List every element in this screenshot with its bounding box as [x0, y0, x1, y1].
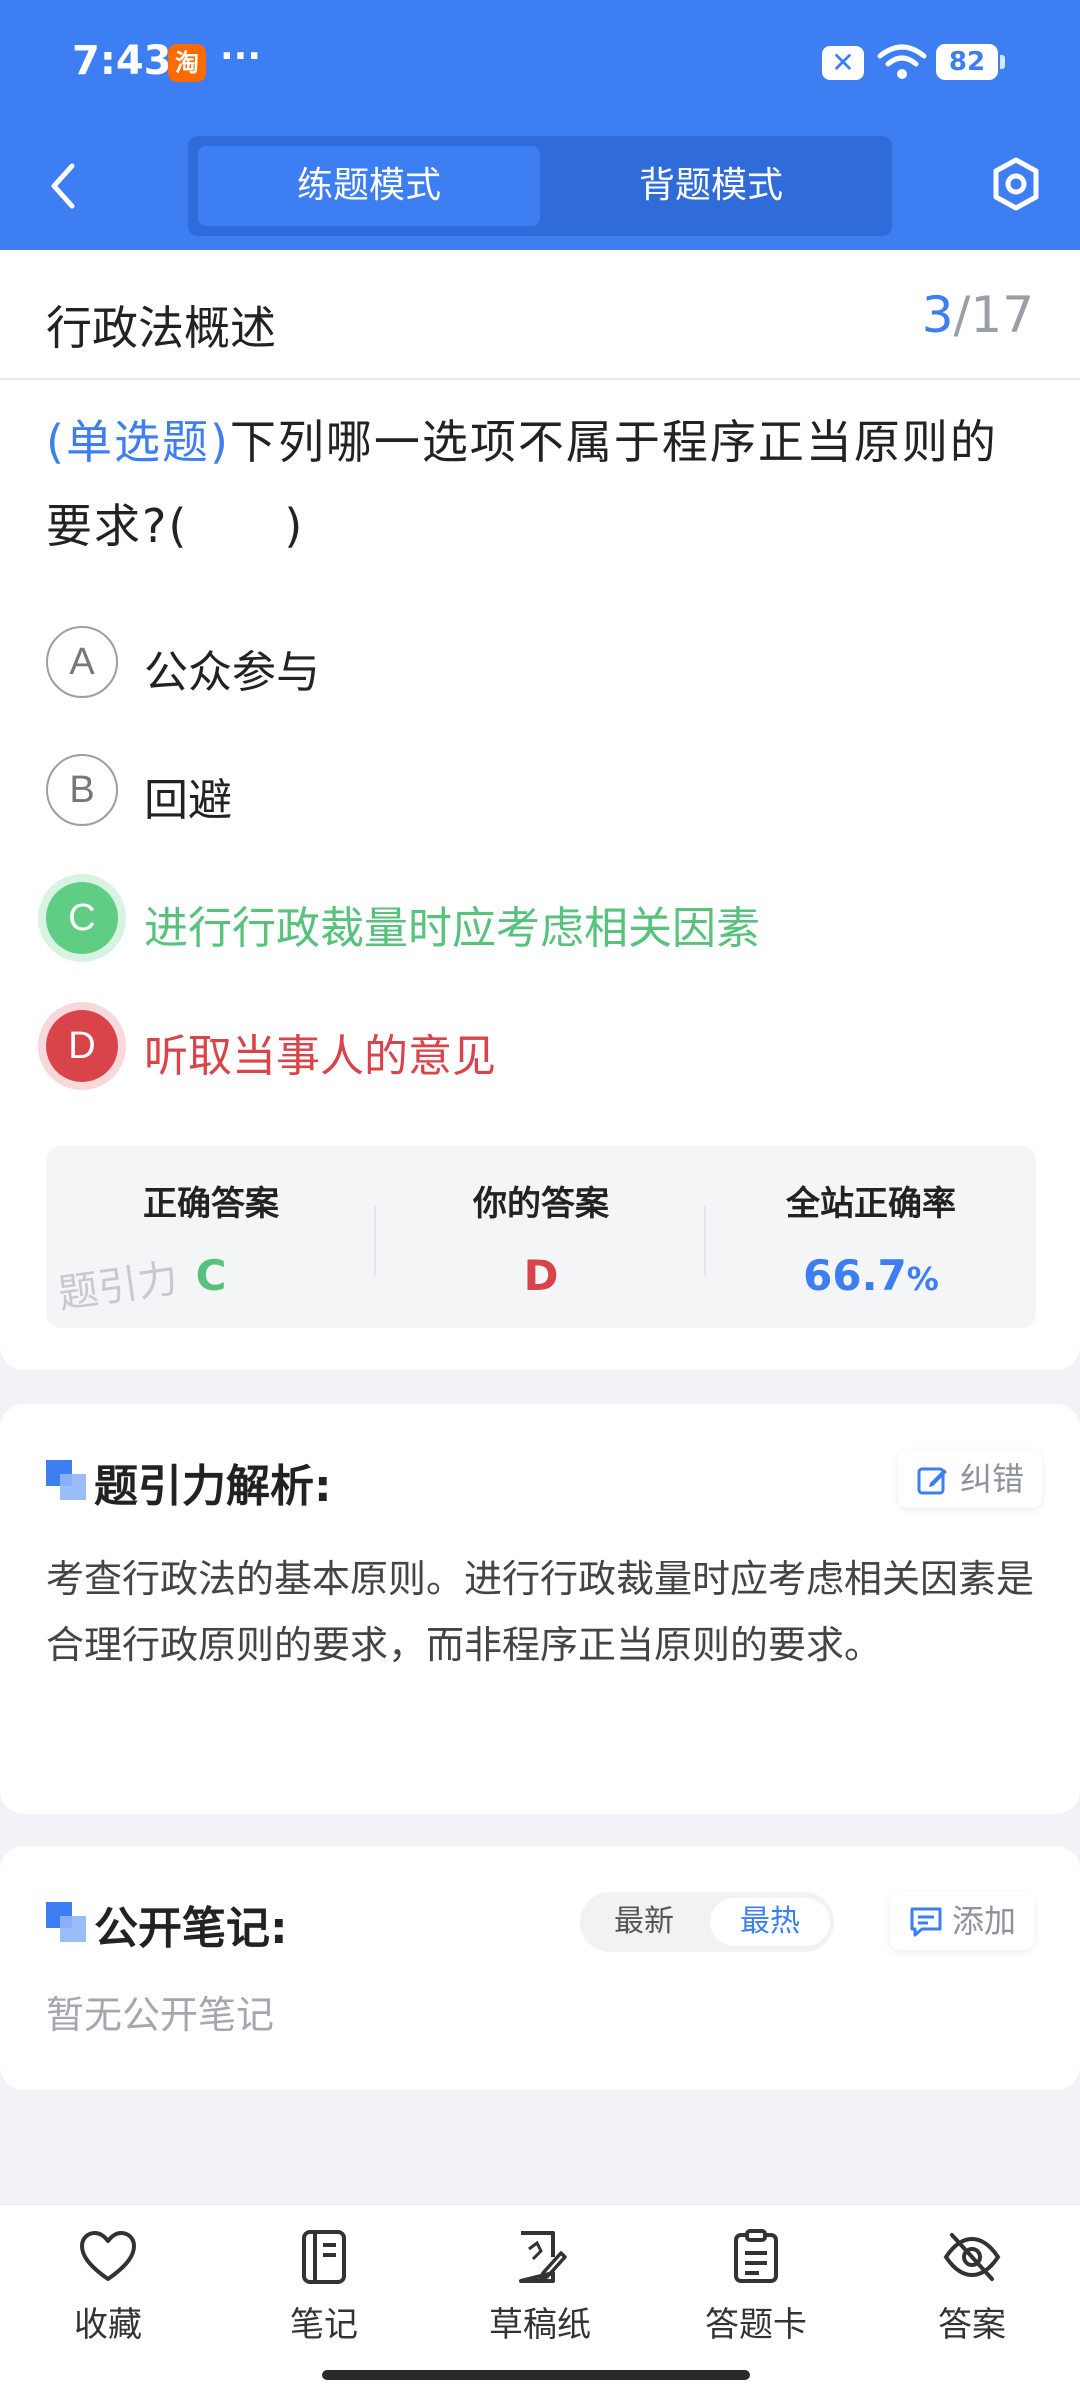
home-indicator — [322, 2370, 750, 2380]
option-a[interactable]: A 公众参与 — [46, 626, 1036, 702]
total-questions: /17 — [953, 286, 1034, 344]
status-time: 7:43 — [72, 38, 172, 84]
section-title: 行政法概述 — [46, 301, 276, 355]
stat-value: 66.7% — [706, 1251, 1036, 1300]
stat-your-answer: 你的答案 D — [376, 1176, 706, 1300]
option-letter: A — [46, 626, 118, 698]
report-error-label: 纠错 — [960, 1460, 1025, 1498]
answer-card-icon — [734, 2229, 778, 2283]
option-letter: C — [46, 882, 118, 954]
analysis-text: 考查行政法的基本原则。进行行政裁量时应考虑相关因素是合理行政原则的要求，而非程序… — [46, 1557, 1035, 1667]
add-note-button[interactable]: 添加 — [890, 1892, 1035, 1950]
tab-practice-mode[interactable]: 练题模式 — [198, 146, 540, 226]
section-square-icon — [46, 1460, 86, 1500]
analysis-title: 题引力解析: — [94, 1461, 332, 1512]
stat-label: 正确答案 — [143, 1184, 279, 1224]
nav-label: 收藏 — [74, 2305, 142, 2345]
status-more-icon: ··· — [220, 36, 262, 77]
settings-hexagon-icon[interactable] — [990, 156, 1042, 212]
nav-label: 草稿纸 — [489, 2305, 591, 2345]
empty-notes-text: 暂无公开笔记 — [46, 1993, 275, 2037]
notebook-icon — [302, 2230, 346, 2284]
accuracy-unit: % — [906, 1260, 939, 1298]
question-stem: (单选题)下列哪一选项不属于程序正当原则的要求?( ) — [46, 400, 1036, 568]
option-text: 进行行政裁量时应考虑相关因素 — [144, 903, 760, 954]
stat-label: 你的答案 — [473, 1184, 609, 1224]
nav-notes[interactable]: 笔记 — [224, 2229, 424, 2379]
option-text: 回避 — [144, 775, 232, 826]
section-square-icon — [46, 1902, 86, 1942]
nav-answer-card[interactable]: 答题卡 — [656, 2229, 856, 2379]
wifi-icon — [877, 44, 927, 79]
report-error-button[interactable]: 纠错 — [898, 1450, 1043, 1508]
battery-icon: 82 — [936, 44, 1005, 80]
stat-site-accuracy: 全站正确率 66.7% — [706, 1176, 1036, 1300]
nav-label: 答题卡 — [705, 2305, 807, 2345]
question-counter: 3/17 — [922, 286, 1034, 344]
option-text: 公众参与 — [144, 647, 320, 698]
option-b[interactable]: B 回避 — [46, 754, 1036, 830]
sort-latest[interactable]: 最新 — [584, 1898, 704, 1946]
taobao-app-icon: 淘 — [168, 44, 206, 82]
notes-card — [0, 1846, 1080, 2090]
back-arrow-icon[interactable] — [40, 156, 90, 216]
option-d[interactable]: D 听取当事人的意见 — [46, 1010, 1036, 1086]
answer-stats: 正确答案 C 你的答案 D 全站正确率 66.7% — [46, 1146, 1036, 1328]
status-bar: 7:43 淘 ··· ✕ 82 — [0, 0, 1080, 120]
add-note-label: 添加 — [952, 1902, 1017, 1940]
notes-sort-toggle: 最新 最热 — [580, 1892, 834, 1952]
accuracy-value: 66.7 — [803, 1251, 907, 1300]
nav-favorite[interactable]: 收藏 — [8, 2229, 208, 2379]
nav-label: 答案 — [938, 2305, 1006, 2345]
eye-off-icon — [943, 2233, 1001, 2281]
divider — [0, 378, 1080, 380]
stat-label: 全站正确率 — [786, 1184, 956, 1224]
option-c[interactable]: C 进行行政裁量时应考虑相关因素 — [46, 882, 1036, 958]
stat-value: D — [523, 1251, 559, 1300]
nav-label: 笔记 — [290, 2305, 358, 2345]
option-letter: D — [46, 1010, 118, 1082]
draft-paper-icon — [519, 2231, 567, 2283]
option-text: 听取当事人的意见 — [144, 1031, 496, 1082]
status-close-icon: ✕ — [822, 46, 864, 80]
nav-draft-paper[interactable]: 草稿纸 — [440, 2229, 640, 2379]
notes-title: 公开笔记: — [94, 1903, 288, 1954]
nav-answer[interactable]: 答案 — [872, 2229, 1072, 2379]
current-question-number: 3 — [921, 286, 954, 344]
option-letter: B — [46, 754, 118, 826]
edit-icon — [917, 1467, 947, 1495]
sort-hot[interactable]: 最热 — [710, 1898, 830, 1946]
comment-icon — [910, 1907, 942, 1937]
heart-icon — [80, 2231, 136, 2281]
app-header: 7:43 淘 ··· ✕ 82 练题模式 背题模式 — [0, 0, 1080, 250]
mode-switch: 练题模式 背题模式 — [188, 136, 892, 236]
question-type: (单选题) — [46, 415, 230, 469]
tab-memorize-mode[interactable]: 背题模式 — [540, 146, 882, 226]
